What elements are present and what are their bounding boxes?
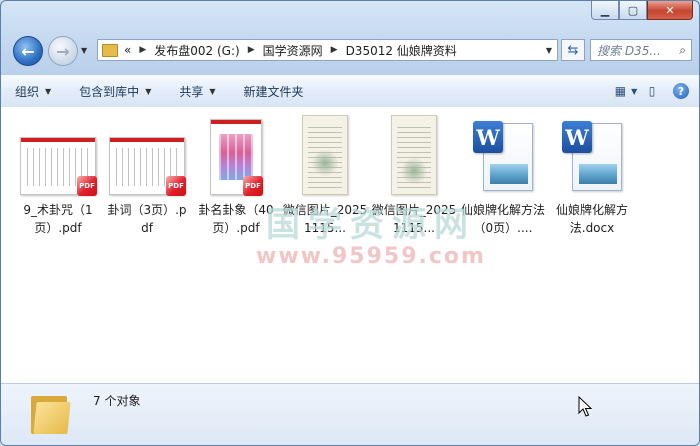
breadcrumb-overflow[interactable]: « — [124, 43, 131, 57]
file-name: 9_术卦咒（1页）.pdf — [23, 203, 93, 235]
pdf-thumbnail: PDF — [15, 115, 101, 196]
view-icon: ▦ — [614, 84, 627, 98]
pdf-page-icon: PDF — [210, 119, 263, 196]
search-input[interactable]: 搜索 D35... ⌕ — [590, 39, 692, 61]
share-label: 共享 — [179, 84, 204, 99]
mouse-cursor-icon — [578, 396, 592, 417]
new-folder-label: 新建文件夹 — [243, 84, 304, 99]
file-name: 微信图片_20251115... — [282, 203, 368, 235]
details-pane: 7 个对象 — [1, 383, 699, 445]
word-thumbnail: W — [562, 115, 622, 195]
pdf-badge-icon: PDF — [166, 176, 186, 196]
command-bar: 组织 ▼ 包含到库中 ▼ 共享 ▼ 新建文件夹 ▦ ▼ ▯ ? — [1, 74, 699, 108]
toolbar-right: ▦ ▼ ▯ ? — [613, 81, 699, 101]
address-bar[interactable]: « ▶ 发布盘002 (G:) ▶ 国学资源网 ▶ D35012 仙娘牌资料 ▼ — [97, 39, 558, 61]
pdf-page-icon: PDF — [20, 137, 97, 196]
image-thumbnail — [371, 115, 457, 195]
search-placeholder: 搜索 D35... — [597, 43, 661, 58]
search-icon[interactable]: ⌕ — [679, 43, 686, 58]
refresh-button[interactable]: ⇆ — [561, 39, 585, 61]
image-page-icon — [391, 115, 437, 195]
pdf-thumbnail: PDF — [104, 115, 190, 196]
help-icon[interactable]: ? — [673, 83, 689, 99]
pdf-thumbnail: PDF — [193, 115, 279, 196]
preview-pane-button[interactable]: ▯ — [639, 81, 665, 101]
pdf-page-icon: PDF — [109, 137, 186, 196]
back-arrow-icon: ← — [21, 41, 35, 61]
watermark-url: www.95959.com — [256, 244, 486, 269]
caption-buttons: ▁ ▢ ✕ — [591, 1, 693, 20]
file-name: 微信图片_20251115... — [371, 203, 457, 235]
chevron-right-icon[interactable]: ▶ — [139, 45, 146, 55]
file-item[interactable]: W 仙娘牌化解方法（0页）.... — [460, 115, 546, 237]
file-item[interactable]: PDF 卦名卦象（40页）.pdf — [193, 115, 279, 237]
chevron-down-icon: ▼ — [45, 86, 52, 96]
chevron-right-icon[interactable]: ▶ — [248, 45, 255, 55]
file-item[interactable]: PDF 卦词（3页）.pdf — [104, 115, 190, 237]
breadcrumb-folder[interactable]: 国学资源网 — [263, 42, 323, 59]
file-name: 卦名卦象（40页）.pdf — [198, 203, 274, 235]
include-in-library-label: 包含到库中 — [79, 84, 140, 99]
breadcrumb-current[interactable]: D35012 仙娘牌资料 — [346, 42, 457, 59]
breadcrumb-drive[interactable]: 发布盘002 (G:) — [154, 42, 239, 59]
word-icon: W — [473, 121, 503, 153]
view-options-button[interactable]: ▦ ▼ — [613, 81, 639, 101]
pdf-badge-icon: PDF — [77, 176, 97, 196]
word-thumbnail: W — [473, 115, 533, 195]
chevron-right-icon[interactable]: ▶ — [331, 45, 338, 55]
share-menu[interactable]: 共享 ▼ — [165, 83, 229, 100]
folder-icon — [31, 392, 71, 434]
illustration-thumbnail — [219, 134, 253, 180]
explorer-window: ▁ ▢ ✕ ← → ▼ « ▶ 发布盘002 (G:) ▶ 国学资源网 ▶ D3… — [0, 0, 700, 446]
file-item[interactable]: 微信图片_20251115... — [282, 115, 368, 237]
word-icon: W — [562, 121, 592, 153]
breadcrumb: « ▶ 发布盘002 (G:) ▶ 国学资源网 ▶ D35012 仙娘牌资料 — [124, 42, 457, 59]
file-name: 仙娘牌化解方法.docx — [555, 203, 628, 235]
navigation-bar: ← → ▼ « ▶ 发布盘002 (G:) ▶ 国学资源网 ▶ D35012 仙… — [1, 31, 699, 71]
pdf-badge-icon: PDF — [243, 176, 263, 196]
file-item[interactable]: 微信图片_20251115... — [371, 115, 457, 237]
folder-icon — [102, 43, 118, 57]
item-count: 7 个对象 — [93, 394, 141, 408]
organize-label: 组织 — [15, 84, 40, 99]
forward-button[interactable]: → — [48, 36, 78, 66]
back-button[interactable]: ← — [13, 36, 43, 66]
file-name: 仙娘牌化解方法（0页）.... — [460, 203, 545, 235]
chevron-down-icon[interactable]: ▼ — [541, 46, 557, 55]
close-button[interactable]: ✕ — [647, 1, 693, 20]
file-item[interactable]: PDF 9_术卦咒（1页）.pdf — [15, 115, 101, 237]
image-page-icon — [302, 115, 348, 195]
refresh-icon: ⇆ — [567, 42, 579, 58]
forward-arrow-icon: → — [56, 41, 70, 61]
new-folder-button[interactable]: 新建文件夹 — [230, 83, 318, 100]
recent-pages-dropdown[interactable]: ▼ — [81, 46, 87, 55]
chevron-down-icon: ▼ — [209, 86, 216, 96]
include-in-library-menu[interactable]: 包含到库中 ▼ — [65, 83, 165, 100]
chevron-down-icon: ▼ — [631, 86, 638, 96]
image-thumbnail — [282, 115, 368, 195]
file-name: 卦词（3页）.pdf — [107, 203, 187, 235]
minimize-button[interactable]: ▁ — [591, 1, 619, 20]
file-item[interactable]: W 仙娘牌化解方法.docx — [549, 115, 635, 237]
chevron-down-icon: ▼ — [145, 86, 152, 96]
preview-pane-icon: ▯ — [648, 84, 656, 98]
maximize-button[interactable]: ▢ — [619, 1, 647, 20]
file-list[interactable]: PDF 9_术卦咒（1页）.pdf PDF 卦词（3页）.pdf PDF 卦名卦… — [1, 107, 699, 383]
organize-menu[interactable]: 组织 ▼ — [1, 83, 65, 100]
